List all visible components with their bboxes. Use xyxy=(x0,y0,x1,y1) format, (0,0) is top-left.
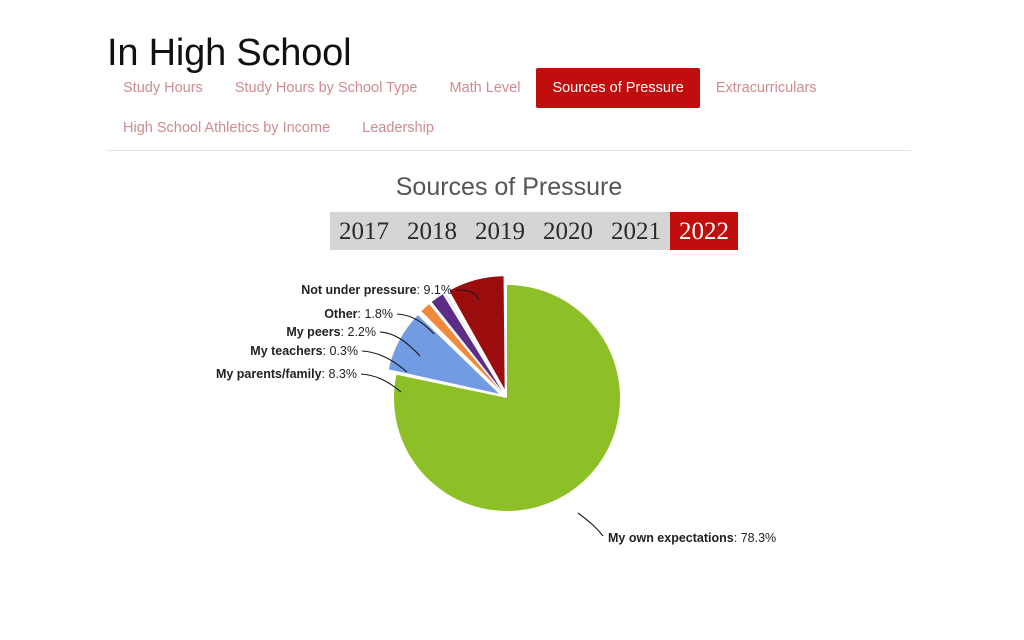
pie-chart-svg: Not under pressure: 9.1% Other: 1.8% My … xyxy=(216,276,776,545)
pie-label-other: Other: 1.8% xyxy=(324,307,393,321)
tab-sources-of-pressure[interactable]: Sources of Pressure xyxy=(536,68,700,108)
tab-row-primary: Study Hours Study Hours by School Type M… xyxy=(107,68,911,108)
pie-label-my-teachers: My teachers: 0.3% xyxy=(250,344,358,358)
year-button-2021[interactable]: 2021 xyxy=(602,212,670,250)
year-button-2020[interactable]: 2020 xyxy=(534,212,602,250)
pie-label-my-own-expectations: My own expectations: 78.3% xyxy=(608,531,776,545)
tab-bar: Study Hours Study Hours by School Type M… xyxy=(107,68,911,151)
pie-label-pct-my-parents-family: 8.3% xyxy=(329,367,358,381)
year-button-2017[interactable]: 2017 xyxy=(330,212,398,250)
tab-extracurriculars[interactable]: Extracurriculars xyxy=(700,68,833,108)
tab-high-school-athletics-by-income[interactable]: High School Athletics by Income xyxy=(107,108,346,148)
year-button-2018[interactable]: 2018 xyxy=(398,212,466,250)
year-button-2022[interactable]: 2022 xyxy=(670,212,738,250)
tab-study-hours-by-school-type[interactable]: Study Hours by School Type xyxy=(219,68,434,108)
pie-label-name-my-own-expectations: My own expectations xyxy=(608,531,734,545)
pie-label-name-not-under-pressure: Not under pressure xyxy=(301,283,416,297)
tab-leadership[interactable]: Leadership xyxy=(346,108,450,148)
pie-label-my-peers: My peers: 2.2% xyxy=(286,325,376,339)
tab-row-secondary: High School Athletics by Income Leadersh… xyxy=(107,108,911,148)
pie-label-my-parents-family: My parents/family: 8.3% xyxy=(216,367,357,381)
pie-label-pct-my-peers: 2.2% xyxy=(348,325,377,339)
pie-chart: Not under pressure: 9.1% Other: 1.8% My … xyxy=(107,270,911,620)
pie-label-not-under-pressure: Not under pressure: 9.1% xyxy=(301,283,452,297)
tab-math-level[interactable]: Math Level xyxy=(434,68,537,108)
page-root: In High School Study Hours Study Hours b… xyxy=(0,0,1024,640)
pie-label-name-other: Other xyxy=(324,307,357,321)
pie-label-pct-my-teachers: 0.3% xyxy=(330,344,359,358)
year-button-2019[interactable]: 2019 xyxy=(466,212,534,250)
pie-label-pct-not-under-pressure: 9.1% xyxy=(424,283,453,297)
tab-study-hours[interactable]: Study Hours xyxy=(107,68,219,108)
pie-slice-my-own-expectations[interactable] xyxy=(393,285,620,511)
chart-title: Sources of Pressure xyxy=(395,173,623,201)
chart-panel: Sources of Pressure 2017 2018 2019 2020 … xyxy=(107,160,911,630)
leader-line-my-own-expectations xyxy=(577,512,604,537)
pie-label-name-my-parents-family: My parents/family xyxy=(216,367,322,381)
pie-label-name-my-teachers: My teachers xyxy=(250,344,322,358)
year-selector: 2017 2018 2019 2020 2021 2022 xyxy=(330,212,738,250)
pie-label-name-my-peers: My peers xyxy=(286,325,340,339)
pie-label-pct-my-own-expectations: 78.3% xyxy=(741,531,776,545)
pie-slices xyxy=(388,276,620,511)
pie-label-pct-other: 1.8% xyxy=(365,307,394,321)
